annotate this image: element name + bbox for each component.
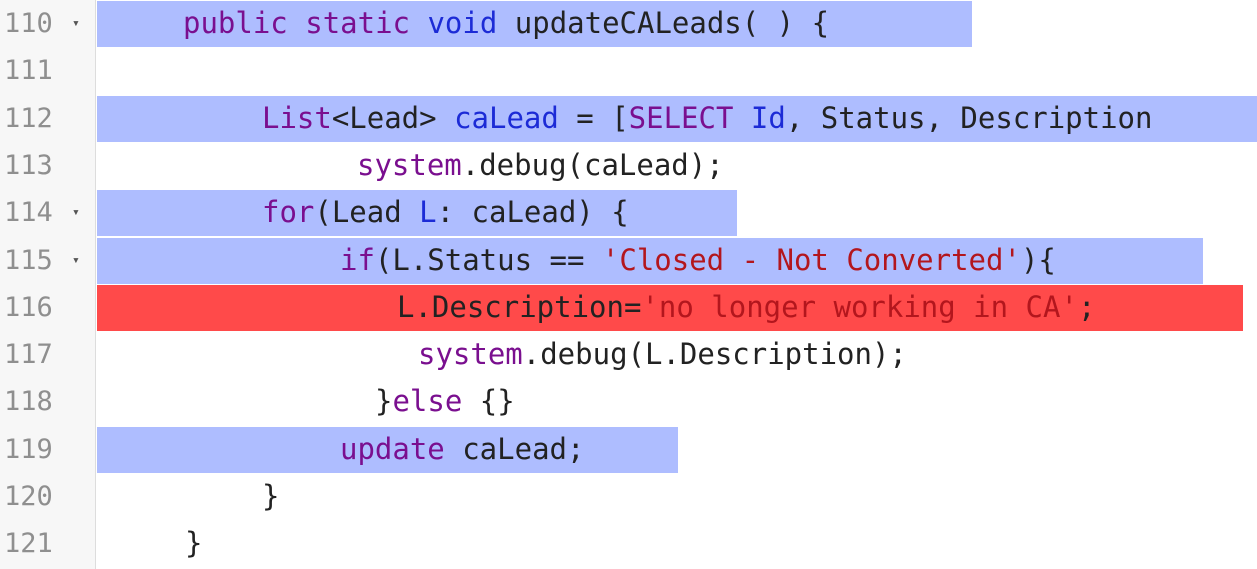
code-line[interactable]: 112 List<Lead> caLead = [SELECT Id, Statu… (0, 95, 1257, 142)
code-token: L.Description= (397, 289, 642, 324)
fold-toggle-icon[interactable]: ▾ (72, 0, 80, 47)
keyword-token: List (262, 100, 332, 135)
code-token: <Lead> (331, 100, 455, 135)
code-text[interactable]: List<Lead> caLead = [SELECT Id, Status, … (262, 95, 1152, 142)
type-token: Id (750, 100, 786, 135)
code-line[interactable]: 119 update caLead; (0, 426, 1257, 473)
code-line[interactable]: 120} (0, 473, 1257, 520)
type-token: L (419, 195, 437, 230)
line-number: 110 (4, 8, 53, 39)
code-line[interactable]: 111 (0, 47, 1257, 94)
code-line[interactable]: 114 ▾ for(Lead L: caLead) { (0, 189, 1257, 237)
code-text[interactable]: } (262, 473, 279, 520)
line-number: 121 (4, 528, 53, 560)
code-token: ; (1077, 289, 1096, 324)
line-number: 113 (4, 149, 53, 181)
code-text[interactable]: L.Description='no longer working in CA'; (397, 284, 1095, 331)
code-token: {} (462, 384, 515, 419)
code-line[interactable]: 116 L.Description='no longer working in C… (0, 284, 1257, 331)
code-token: .debug(caLead); (461, 147, 724, 182)
code-text[interactable]: } (185, 520, 202, 567)
code-token: } (262, 479, 280, 513)
code-text[interactable]: system.debug(caLead); (357, 142, 724, 189)
code-token: .debug(L.Description); (522, 337, 907, 372)
code-text[interactable]: system.debug(L.Description); (418, 331, 907, 378)
code-token: ){ (1020, 242, 1056, 277)
code-text[interactable]: if(L.Status == 'Closed - Not Converted')… (340, 237, 1056, 284)
line-number: 120 (4, 481, 53, 512)
code-editor[interactable]: 110 ▾ public static void updateCALeads( ) … (0, 0, 1257, 569)
code-text[interactable]: public static void updateCALeads( ) { (183, 0, 829, 47)
keyword-token: system (357, 147, 462, 182)
line-number: 119 (4, 433, 53, 465)
code-text[interactable]: }else {} (375, 378, 515, 425)
code-line[interactable]: 121} (0, 520, 1257, 567)
code-token: , Status, Description (785, 100, 1153, 135)
line-number: 116 (4, 291, 53, 323)
fold-toggle-icon[interactable]: ▾ (72, 189, 80, 236)
keyword-token: public (183, 6, 288, 40)
code-line[interactable]: 115 ▾ if(L.Status == 'Closed - Not Convert… (0, 237, 1257, 284)
code-token: (Lead (314, 195, 420, 230)
code-token: caLead; (444, 431, 585, 466)
code-token: : caLead) { (436, 195, 629, 230)
line-number: 114 (4, 197, 53, 229)
string-token: 'Closed - Not Converted' (601, 242, 1021, 277)
type-token: void (427, 6, 498, 40)
code-line[interactable]: 110 ▾ public static void updateCALeads( ) … (0, 0, 1257, 47)
string-token: 'no longer working in CA' (641, 289, 1078, 324)
fold-toggle-icon[interactable]: ▾ (72, 237, 80, 284)
keyword-token: for (262, 195, 315, 230)
code-token: } (185, 526, 203, 561)
code-token: } (375, 384, 393, 419)
line-number: 112 (4, 102, 53, 134)
keyword-token: system (418, 337, 523, 372)
code-line[interactable]: 118}else {} (0, 378, 1257, 425)
line-number: 115 (4, 244, 53, 276)
line-number: 111 (4, 55, 53, 87)
code-token: = [ (558, 100, 629, 135)
keyword-token: static (305, 6, 410, 40)
keyword-token: SELECT (628, 100, 734, 135)
line-number: 117 (4, 339, 53, 371)
type-token: caLead (454, 100, 559, 135)
keyword-token: else (392, 384, 463, 419)
keyword-token: update (340, 431, 445, 466)
code-line[interactable]: 117 system.debug(L.Description); (0, 331, 1257, 378)
code-token: updateCALeads( ) { (497, 6, 830, 40)
keyword-token: if (340, 242, 375, 277)
code-line[interactable]: 113 system.debug(caLead); (0, 142, 1257, 189)
code-token: (L.Status == (374, 242, 602, 277)
line-number: 118 (4, 386, 53, 418)
code-text[interactable]: update caLead; (340, 426, 584, 473)
code-text[interactable]: for(Lead L: caLead) { (262, 189, 629, 236)
